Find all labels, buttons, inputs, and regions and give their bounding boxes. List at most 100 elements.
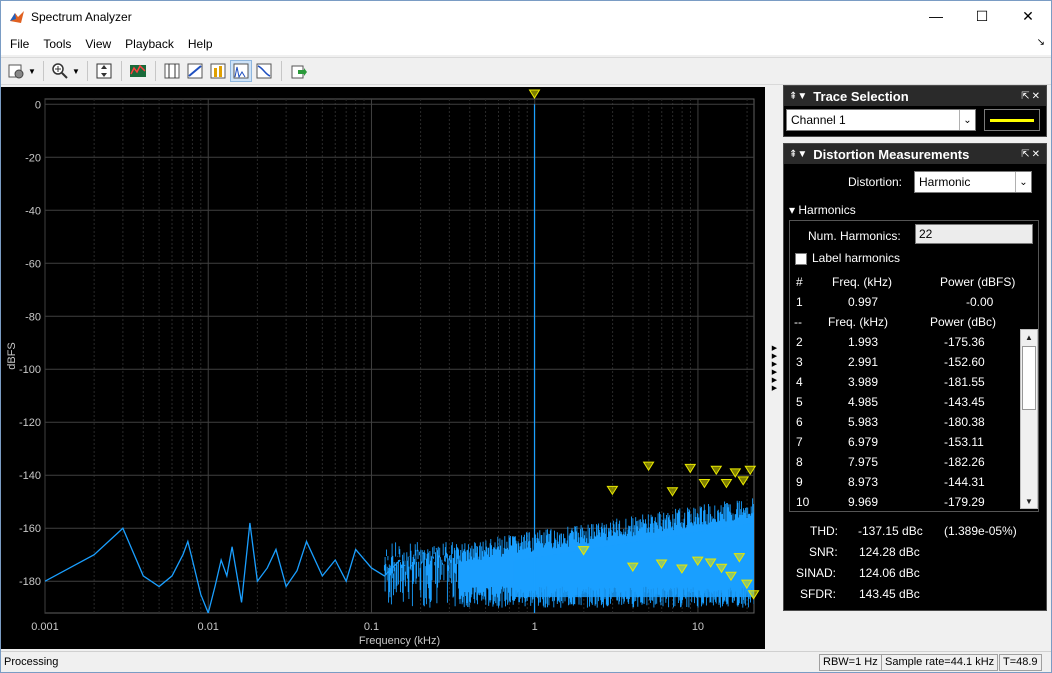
x-tick-label: 1 xyxy=(532,621,538,633)
channel-select[interactable]: Channel 1 ⌄ xyxy=(786,109,976,131)
pin-collapse-icon[interactable]: ⇞▼ xyxy=(789,91,807,102)
menu-playback[interactable]: Playback xyxy=(118,33,181,55)
zoom-button[interactable] xyxy=(49,60,71,82)
table-header2-num: -- xyxy=(794,315,802,329)
snr-value: 124.28 dBc xyxy=(859,545,920,559)
peak-finder-button[interactable] xyxy=(207,60,229,82)
y-tick-label: -100 xyxy=(19,364,41,376)
harmonic-row-num: 10 xyxy=(796,495,810,509)
harmonic-row-freq: 9.969 xyxy=(848,495,879,509)
x-tick-label: 0.1 xyxy=(364,621,379,633)
harmonic-row-num: 5 xyxy=(796,395,803,409)
undock-close-icon[interactable]: ⇱✕ xyxy=(1021,91,1042,102)
harmonic-row-freq: 2.991 xyxy=(848,355,879,369)
thd-value: -137.15 dBc xyxy=(858,524,923,538)
label-harmonics-checkbox[interactable] xyxy=(795,253,807,265)
undock-arrow-icon[interactable]: ↘ xyxy=(1037,37,1045,48)
fundamental-marker[interactable] xyxy=(528,89,541,99)
table-header2-power: Power (dBc) xyxy=(930,315,997,329)
y-tick-label: -120 xyxy=(19,417,41,429)
measurements-side-panel: ⇞▼ Trace Selection ⇱✕ Channel 1 ⌄ ⇞▼ Dis… xyxy=(783,85,1047,611)
zoom-dropdown-icon[interactable]: ▼ xyxy=(72,60,80,82)
toolbar-separator xyxy=(43,61,44,81)
table-header-power: Power (dBFS) xyxy=(940,275,1016,289)
menu-help[interactable]: Help xyxy=(181,33,220,55)
menu-view[interactable]: View xyxy=(78,33,118,55)
fundamental-freq: 0.997 xyxy=(848,295,879,309)
settings-dropdown-icon[interactable]: ▼ xyxy=(28,60,36,82)
status-state: Processing xyxy=(4,656,59,668)
distortion-type-select[interactable]: Harmonic ⌄ xyxy=(914,171,1032,193)
toolbar-separator xyxy=(155,61,156,81)
thd-percent: (1.389e-05%) xyxy=(944,524,1017,538)
x-tick-label: 10 xyxy=(692,621,704,633)
cursor-measurements-button[interactable] xyxy=(161,60,183,82)
status-bar: Processing RBW=1 Hz Sample rate=44.1 kHz… xyxy=(1,651,1051,672)
menu-bar: File Tools View Playback Help ↘ xyxy=(1,33,1051,55)
panel-collapse-handle[interactable]: ▶▶▶▶▶▶ xyxy=(765,87,783,649)
scroll-up-icon[interactable]: ▲ xyxy=(1021,330,1037,344)
spectrum-view-icon xyxy=(130,64,146,77)
close-button[interactable]: ✕ xyxy=(1005,1,1051,31)
ccdf-measurements-button[interactable] xyxy=(253,60,275,82)
collapse-triangle-icon: ▾ xyxy=(789,203,799,217)
signal-statistics-button[interactable] xyxy=(184,60,206,82)
ccdf-measurements-icon xyxy=(256,63,272,79)
menu-tools[interactable]: Tools xyxy=(36,33,78,55)
y-tick-label: -160 xyxy=(19,523,41,535)
undock-close-icon[interactable]: ⇱✕ xyxy=(1021,149,1042,160)
maximize-button[interactable]: ☐ xyxy=(959,1,1005,31)
num-harmonics-input[interactable]: 22 xyxy=(915,224,1033,244)
harmonic-row-num: 6 xyxy=(796,415,803,429)
print-export-button[interactable] xyxy=(287,60,309,82)
y-tick-label: -180 xyxy=(19,576,41,588)
trace-selection-panel: ⇞▼ Trace Selection ⇱✕ Channel 1 ⌄ xyxy=(783,85,1047,137)
harmonic-row-power: -153.11 xyxy=(944,435,984,449)
distortion-measurements-panel: ⇞▼ Distortion Measurements ⇱✕ Distortion… xyxy=(783,143,1047,611)
signal-statistics-icon xyxy=(187,63,203,79)
scroll-thumb[interactable] xyxy=(1022,346,1036,410)
harmonic-row-power: -175.36 xyxy=(944,335,985,349)
harmonics-scrollbar[interactable]: ▲ ▼ xyxy=(1020,329,1038,509)
scale-axes-button[interactable] xyxy=(93,60,115,82)
distortion-measurements-button[interactable] xyxy=(230,60,252,82)
toolbar-separator xyxy=(87,61,88,81)
spectrum-analyzer-window: Spectrum Analyzer — ☐ ✕ File Tools View … xyxy=(0,0,1052,673)
distortion-label: Distortion: xyxy=(848,175,903,189)
harmonics-section-toggle[interactable]: ▾ Harmonics xyxy=(789,203,856,217)
spectrum-plot-svg[interactable]: 0.001 0.01 0.1 1 10 0 -20 -40 -60 -80 -100 -120 -140… xyxy=(1,87,765,649)
trace-selection-header: ⇞▼ Trace Selection ⇱✕ xyxy=(784,86,1046,106)
scroll-down-icon[interactable]: ▼ xyxy=(1021,494,1037,508)
fundamental-num: 1 xyxy=(796,295,803,309)
harmonic-row-freq: 7.975 xyxy=(848,455,879,469)
x-tick-label: 0.001 xyxy=(31,621,59,633)
harmonics-section-label: Harmonics xyxy=(798,203,856,217)
spectrum-plot[interactable]: 0.001 0.01 0.1 1 10 0 -20 -40 -60 -80 -100 -120 -140… xyxy=(1,87,765,649)
harmonic-row-num: 4 xyxy=(796,375,803,389)
y-axis-label: dBFS xyxy=(6,342,18,370)
harmonic-row-power: -181.55 xyxy=(944,375,985,389)
harmonic-row-power: -152.60 xyxy=(944,355,985,369)
pin-collapse-icon[interactable]: ⇞▼ xyxy=(789,149,807,160)
label-harmonics-label: Label harmonics xyxy=(812,251,901,265)
menu-file[interactable]: File xyxy=(3,33,36,55)
settings-button[interactable] xyxy=(5,60,27,82)
minimize-button[interactable]: — xyxy=(913,1,959,31)
trace-line-style-button[interactable] xyxy=(984,109,1040,131)
channel-select-value: Channel 1 xyxy=(791,113,846,127)
sinad-value: 124.06 dBc xyxy=(859,566,920,580)
spectrogram-button[interactable] xyxy=(127,60,149,82)
trace-selection-title: Trace Selection xyxy=(813,88,909,104)
harmonic-row-power: -143.45 xyxy=(944,395,985,409)
table-header2-freq: Freq. (kHz) xyxy=(828,315,888,329)
collapse-arrows-icon: ▶▶▶▶▶▶ xyxy=(770,344,778,392)
harmonic-row-power: -180.38 xyxy=(944,415,985,429)
table-header-num: # xyxy=(796,275,803,289)
title-bar: Spectrum Analyzer — ☐ ✕ xyxy=(1,1,1051,33)
harmonic-row-power: -144.31 xyxy=(944,475,985,489)
distortion-type-value: Harmonic xyxy=(919,175,971,189)
harmonic-row-freq: 1.993 xyxy=(848,335,879,349)
toolbar: ▼ ▼ xyxy=(1,57,1051,85)
export-icon xyxy=(291,65,307,79)
harmonic-row-freq: 8.973 xyxy=(848,475,879,489)
